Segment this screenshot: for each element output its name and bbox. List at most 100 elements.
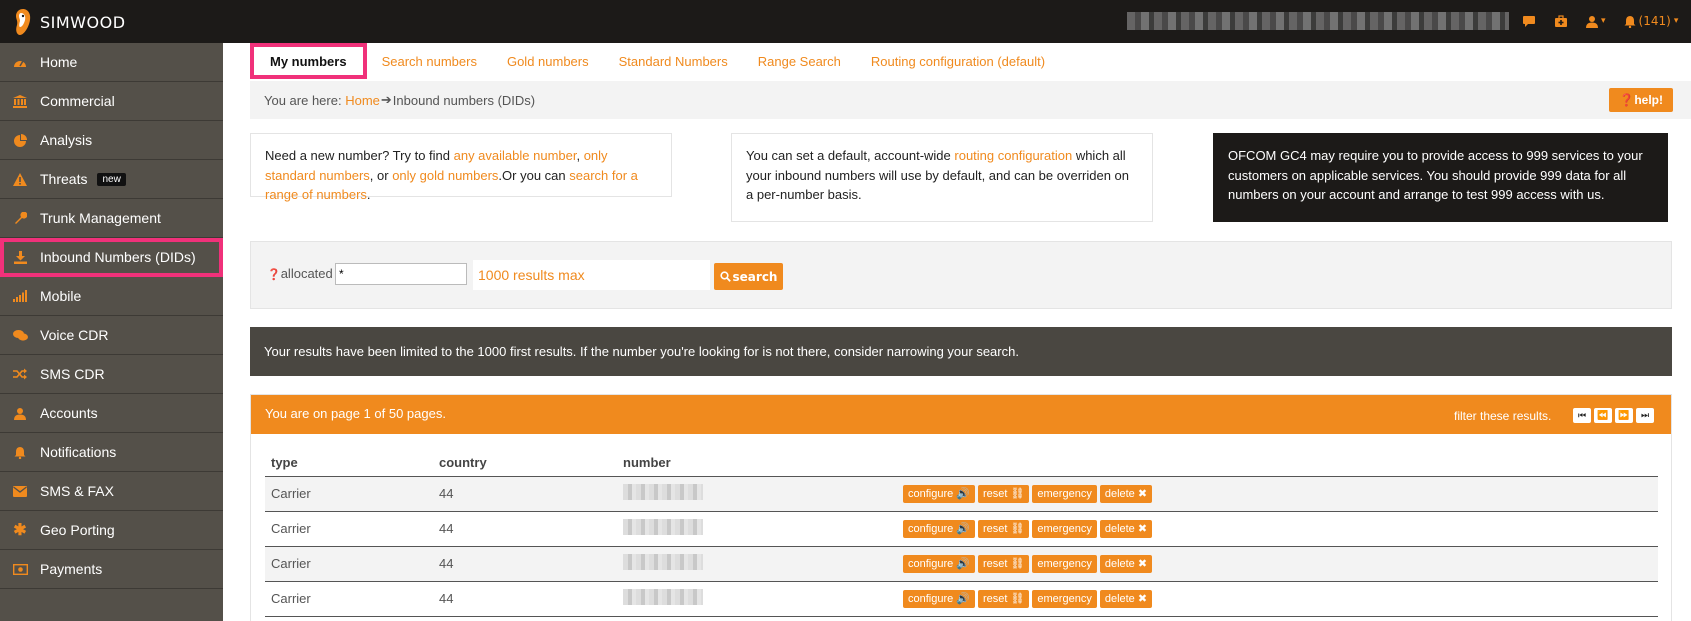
sidebar-item-label: Trunk Management bbox=[40, 210, 161, 226]
question-circle-icon: ❓ bbox=[267, 269, 281, 281]
reset-button[interactable]: reset ⛓ bbox=[977, 554, 1030, 573]
cell-type: Carrier bbox=[265, 511, 433, 547]
sidebar-item-sms-cdr[interactable]: SMS CDR bbox=[0, 355, 223, 394]
sidebar-item-label: Inbound Numbers (DIDs) bbox=[40, 249, 196, 265]
emergency-button[interactable]: emergency bbox=[1032, 519, 1097, 538]
sidebar-item-payments[interactable]: Payments bbox=[0, 550, 223, 589]
sidebar-item-voice-cdr[interactable]: Voice CDR bbox=[0, 316, 223, 355]
delete-button[interactable]: delete ✖ bbox=[1099, 519, 1153, 538]
delete-button[interactable]: delete ✖ bbox=[1099, 554, 1153, 573]
warning-icon bbox=[12, 172, 28, 186]
close-icon: ✖ bbox=[1137, 558, 1148, 570]
delete-button[interactable]: delete ✖ bbox=[1099, 484, 1153, 503]
chat-icon[interactable] bbox=[1522, 15, 1536, 28]
comments-icon bbox=[12, 328, 28, 342]
sidebar-item-notifications[interactable]: Notifications bbox=[0, 433, 223, 472]
close-icon: ✖ bbox=[1137, 523, 1148, 535]
cell-actions: configure 🔊 reset ⛓ emergency delete ✖ bbox=[897, 581, 1658, 617]
dashboard-icon bbox=[12, 55, 28, 69]
redacted-number bbox=[623, 519, 703, 535]
emergency-button[interactable]: emergency bbox=[1032, 554, 1097, 573]
previous-page-icon[interactable]: ⏪ bbox=[1594, 408, 1612, 423]
column-header-type: type bbox=[265, 449, 433, 477]
emergency-button[interactable]: emergency bbox=[1032, 484, 1097, 503]
close-icon: ✖ bbox=[1137, 593, 1148, 605]
download-icon bbox=[12, 250, 28, 264]
help-button[interactable]: ❓help! bbox=[1609, 88, 1673, 112]
new-badge: new bbox=[97, 172, 126, 186]
configure-button[interactable]: configure 🔊 bbox=[903, 484, 975, 503]
user-icon bbox=[12, 406, 28, 420]
breadcrumb-prefix: You are here: bbox=[264, 92, 346, 108]
top-icons: ▾ (141) ▾ bbox=[1522, 10, 1678, 32]
results-limited-notice: Your results have been limited to the 10… bbox=[250, 327, 1672, 376]
cell-number bbox=[617, 476, 897, 512]
main-content: My numbers Search numbers Gold numbers S… bbox=[223, 43, 1691, 621]
cell-number bbox=[617, 581, 897, 617]
sidebar-item-label: SMS CDR bbox=[40, 366, 105, 382]
notifications-menu[interactable]: (141) ▾ bbox=[1624, 14, 1679, 28]
bank-icon bbox=[12, 94, 28, 108]
bell-icon bbox=[1624, 15, 1636, 28]
sidebar-item-sms-fax[interactable]: SMS & FAX bbox=[0, 472, 223, 511]
sidebar-item-home[interactable]: Home bbox=[0, 43, 223, 82]
cell-actions: configure 🔊 reset ⛓ emergency delete ✖ bbox=[897, 476, 1658, 512]
chevron-down-icon: ▾ bbox=[1673, 16, 1679, 26]
emergency-button[interactable]: emergency bbox=[1032, 589, 1097, 608]
brand[interactable]: SIMWOOD bbox=[12, 4, 126, 40]
delete-button[interactable]: delete ✖ bbox=[1099, 589, 1153, 608]
breadcrumb-current: Inbound numbers (DIDs) bbox=[392, 92, 536, 108]
question-circle-icon: ❓ bbox=[1619, 93, 1635, 107]
volume-icon: 🔊 bbox=[956, 558, 970, 570]
results-panel: You are on page 1 of 50 pages. filter th… bbox=[250, 394, 1672, 621]
tab-search-numbers[interactable]: Search numbers bbox=[367, 43, 492, 79]
results-limit: 1000 results max bbox=[473, 260, 710, 290]
table-row: Carrier 44 configure 🔊 reset ⛓ emergency dele… bbox=[265, 546, 1658, 582]
bell-icon bbox=[12, 445, 28, 459]
user-menu-icon[interactable]: ▾ bbox=[1586, 15, 1606, 28]
sidebar-item-mobile[interactable]: Mobile bbox=[0, 277, 223, 316]
sidebar-item-threats[interactable]: Threats new bbox=[0, 160, 223, 199]
allocated-input[interactable] bbox=[335, 263, 467, 285]
table-row: Carrier 44 configure 🔊 reset ⛓ emergency dele… bbox=[265, 581, 1658, 617]
tab-range-search[interactable]: Range Search bbox=[743, 43, 856, 79]
reset-button[interactable]: reset ⛓ bbox=[977, 484, 1030, 503]
next-page-icon[interactable]: ⏩ bbox=[1615, 408, 1633, 423]
reset-button[interactable]: reset ⛓ bbox=[977, 589, 1030, 608]
table-row: Carrier 44 configure 🔊 reset ⛓ emergency dele… bbox=[265, 476, 1658, 512]
sidebar-item-inbound-numbers[interactable]: Inbound Numbers (DIDs) bbox=[0, 238, 223, 277]
reset-button[interactable]: reset ⛓ bbox=[977, 519, 1030, 538]
sidebar-item-geo-porting[interactable]: ✱ Geo Porting bbox=[0, 511, 223, 550]
sidebar-item-commercial[interactable]: Commercial bbox=[0, 82, 223, 121]
tab-my-numbers[interactable]: My numbers bbox=[250, 43, 367, 79]
search-button[interactable]: search bbox=[714, 263, 783, 290]
sidebar-item-label: Home bbox=[40, 54, 78, 70]
configure-button[interactable]: configure 🔊 bbox=[903, 554, 975, 573]
last-page-icon[interactable]: ⏭ bbox=[1636, 408, 1654, 423]
any-available-number-link[interactable]: any available number bbox=[454, 148, 577, 163]
cell-type: Carrier bbox=[265, 581, 433, 617]
money-icon bbox=[12, 562, 28, 576]
breadcrumb-home-link[interactable]: Home bbox=[345, 93, 380, 108]
only-gold-numbers-link[interactable]: only gold numbers bbox=[392, 168, 498, 183]
configure-button[interactable]: configure 🔊 bbox=[903, 589, 975, 608]
new-number-info: Need a new number? Try to find any avail… bbox=[250, 133, 672, 202]
sidebar-item-trunk-management[interactable]: Trunk Management bbox=[0, 199, 223, 238]
column-header-actions bbox=[897, 449, 1658, 477]
redacted-number bbox=[623, 554, 703, 570]
sidebar-item-label: Threats bbox=[40, 171, 88, 187]
sidebar-item-analysis[interactable]: Analysis bbox=[0, 121, 223, 160]
unlink-icon: ⛓ bbox=[1010, 488, 1025, 500]
medkit-icon[interactable] bbox=[1554, 14, 1568, 28]
routing-configuration-link[interactable]: routing configuration bbox=[954, 148, 1072, 163]
tab-routing-configuration[interactable]: Routing configuration (default) bbox=[856, 43, 1060, 79]
filter-results-link[interactable]: filter these results. bbox=[1454, 409, 1551, 423]
sidebar-item-label: Accounts bbox=[40, 405, 98, 421]
tab-standard-numbers[interactable]: Standard Numbers bbox=[604, 43, 743, 79]
first-page-icon[interactable]: ⏮ bbox=[1573, 408, 1591, 423]
top-bar: SIMWOOD ▾ (141) ▾ bbox=[0, 0, 1691, 43]
configure-button[interactable]: configure 🔊 bbox=[903, 519, 975, 538]
tab-gold-numbers[interactable]: Gold numbers bbox=[492, 43, 604, 79]
sidebar-item-accounts[interactable]: Accounts bbox=[0, 394, 223, 433]
volume-icon: 🔊 bbox=[956, 488, 970, 500]
